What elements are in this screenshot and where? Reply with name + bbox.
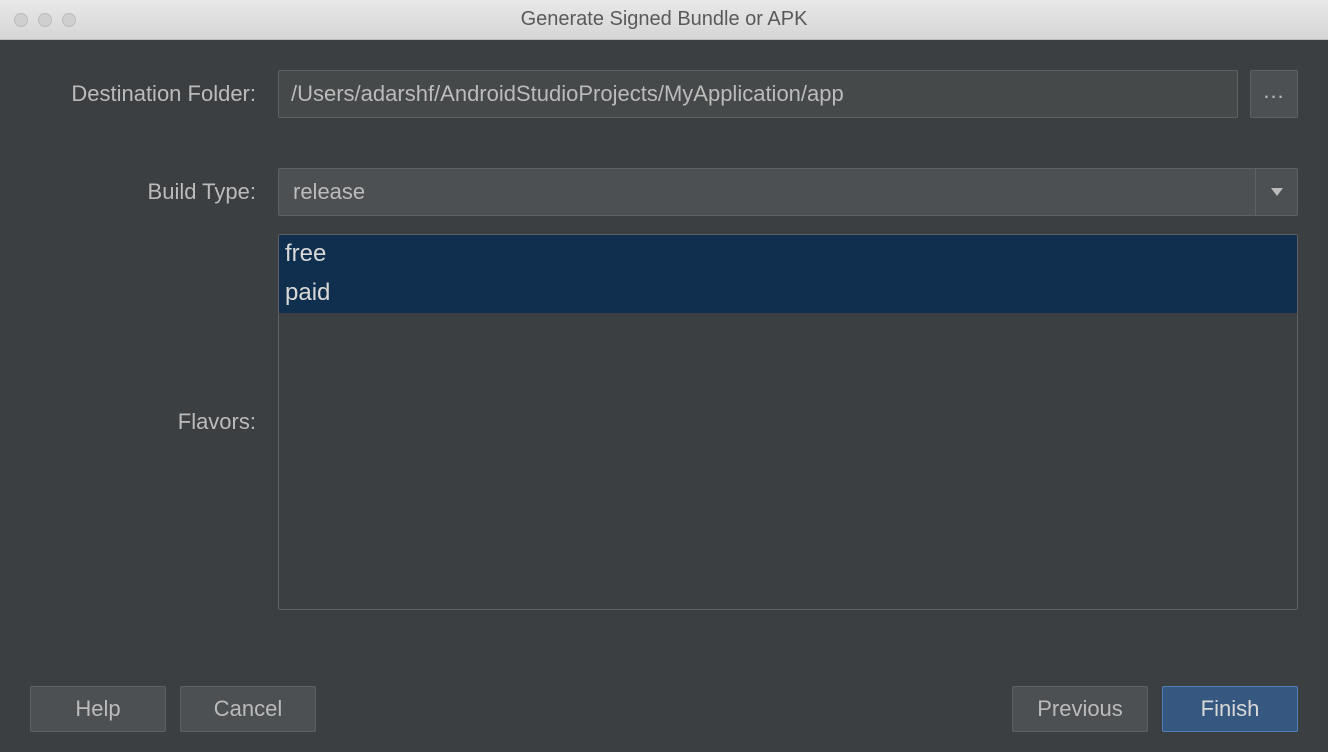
zoom-window-icon[interactable] bbox=[62, 13, 76, 27]
build-type-row: Build Type: release bbox=[30, 168, 1298, 216]
help-button[interactable]: Help bbox=[30, 686, 166, 732]
browse-button[interactable]: ... bbox=[1250, 70, 1298, 118]
destination-folder-row: Destination Folder: ... bbox=[30, 70, 1298, 118]
flavors-row: Flavors: free paid bbox=[30, 234, 1298, 610]
build-type-value: release bbox=[279, 169, 1255, 215]
destination-folder-input[interactable] bbox=[278, 70, 1238, 118]
window-controls bbox=[0, 13, 76, 27]
dialog-content: Destination Folder: ... Build Type: rele… bbox=[0, 40, 1328, 630]
close-window-icon[interactable] bbox=[14, 13, 28, 27]
build-type-select[interactable]: release bbox=[278, 168, 1298, 216]
cancel-button[interactable]: Cancel bbox=[180, 686, 316, 732]
window-title: Generate Signed Bundle or APK bbox=[0, 8, 1328, 31]
titlebar: Generate Signed Bundle or APK bbox=[0, 0, 1328, 40]
flavor-item-free[interactable]: free bbox=[279, 235, 1297, 274]
chevron-down-icon bbox=[1255, 169, 1297, 215]
flavors-label: Flavors: bbox=[30, 409, 278, 435]
finish-button[interactable]: Finish bbox=[1162, 686, 1298, 732]
flavors-listbox[interactable]: free paid bbox=[278, 234, 1298, 610]
destination-folder-label: Destination Folder: bbox=[30, 81, 278, 107]
button-bar: Help Cancel Previous Finish bbox=[30, 686, 1298, 732]
previous-button[interactable]: Previous bbox=[1012, 686, 1148, 732]
build-type-label: Build Type: bbox=[30, 179, 278, 205]
minimize-window-icon[interactable] bbox=[38, 13, 52, 27]
flavor-item-paid[interactable]: paid bbox=[279, 274, 1297, 313]
